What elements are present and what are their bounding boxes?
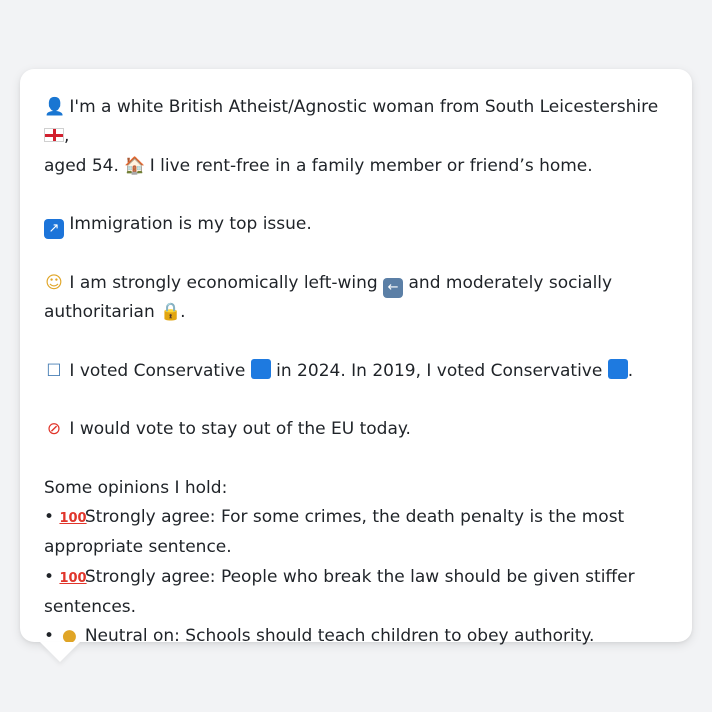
opinions-heading: Some opinions I hold: <box>44 477 228 498</box>
blue-square-icon <box>607 358 628 379</box>
bubble-tail <box>40 642 80 662</box>
opinion-text: Strongly agree: People who break the law… <box>44 566 635 618</box>
vote-end: . <box>627 360 634 381</box>
top-issue-paragraph: ↗ Immigration is my top issue. <box>44 210 668 240</box>
hundred-points-icon: 100 <box>59 511 87 527</box>
house-icon: 🏠 <box>124 155 146 176</box>
thinking-face-icon: ☺ <box>45 272 63 293</box>
politics-paragraph: ☺ I am strongly economically left-wing ←… <box>44 269 668 328</box>
opinion-item: • ● Neutral on: Schools should teach chi… <box>44 622 668 651</box>
message-bubble: 👤 I'm a white British Atheist/Agnostic w… <box>20 69 692 646</box>
intro-line-2-cont: I live rent-free in a family member or f… <box>149 155 593 176</box>
opinion-item: • 100 Strongly agree: For some crimes, t… <box>44 503 668 563</box>
bullet: • <box>44 507 55 528</box>
intro-line-1: I'm a white British Atheist/Agnostic wom… <box>69 97 659 117</box>
vote-paragraph: ☐ I voted Conservative in 2024. In 2019,… <box>44 357 668 386</box>
eu-paragraph: ⊘ I would vote to stay out of the EU tod… <box>44 415 668 444</box>
left-arrow-icon: ← <box>383 277 404 298</box>
politics-text-1: I am strongly economically left-wing <box>69 272 378 293</box>
passport-control-icon: ↗ <box>44 219 64 240</box>
prohibited-icon: ⊘ <box>46 419 62 440</box>
blue-square-icon <box>250 358 271 379</box>
opinion-text: Neutral on: Schools should teach childre… <box>84 626 595 647</box>
politics-text-3: authoritarian <box>44 302 155 323</box>
england-flag-icon <box>44 128 64 143</box>
top-issue-text: Immigration is my top issue. <box>69 214 312 235</box>
intro-paragraph: 👤 I'm a white British Atheist/Agnostic w… <box>44 93 668 181</box>
bullet: • <box>44 566 55 587</box>
intro-line-1-end: , <box>64 126 70 147</box>
lock-icon: 🔒 <box>160 302 182 323</box>
eu-text: I would vote to stay out of the EU today… <box>69 419 411 440</box>
hundred-points-icon: 100 <box>59 570 87 586</box>
opinion-text: Strongly agree: For some crimes, the dea… <box>44 507 625 558</box>
person-silhouette-icon: 👤 <box>44 97 66 117</box>
vote-text-1: I voted Conservative <box>69 360 246 381</box>
ballot-box-icon: ☐ <box>46 360 62 381</box>
intro-line-2: aged 54. <box>44 155 119 176</box>
opinion-item: • 100 Strongly agree: People who break t… <box>44 563 668 623</box>
vote-text-2: in 2024. In 2019, I voted Conservative <box>276 360 603 381</box>
politics-text-2: and moderately socially <box>408 272 613 293</box>
politics-end: . <box>180 302 186 323</box>
